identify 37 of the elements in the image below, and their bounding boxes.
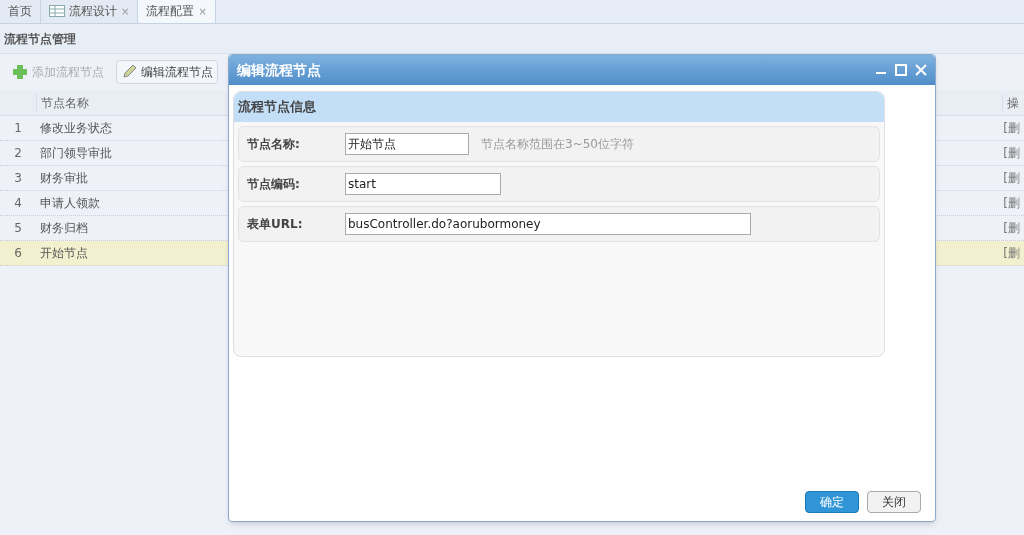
- close-button[interactable]: 关闭: [867, 491, 921, 513]
- table-cell-text: [删: [1002, 120, 1021, 137]
- table-cell-text: 部门领导审批: [38, 145, 113, 162]
- field-label: 节点编码:: [246, 176, 301, 193]
- row-number: 5: [13, 220, 23, 237]
- table-cell-text: 财务审批: [38, 170, 89, 187]
- row-number: 2: [13, 145, 23, 162]
- table-cell-text: [删: [1002, 220, 1021, 237]
- table-cell-text: [删: [1002, 195, 1021, 212]
- table-cell-text: 开始节点: [38, 245, 89, 262]
- pencil-icon: [121, 64, 137, 80]
- plus-icon: [12, 64, 28, 80]
- table-cell-text: 申请人领款: [38, 195, 101, 212]
- tab[interactable]: 流程配置 ×: [138, 0, 216, 23]
- field-hint: 节点名称范围在3~50位字符: [481, 136, 634, 153]
- table-cell-text: [删: [1002, 145, 1021, 162]
- table-cell-text: 修改业务状态: [38, 120, 113, 137]
- section-header: 流程节点信息: [234, 92, 884, 122]
- column-header: 操: [1002, 93, 1024, 112]
- row-number: 3: [13, 170, 23, 187]
- field-label: 节点名称:: [246, 136, 301, 153]
- input-field[interactable]: 开始节点: [345, 133, 469, 155]
- panel-title: 流程节点管理: [4, 30, 76, 48]
- dialog-title: 编辑流程节点: [237, 60, 321, 80]
- table-cell-text: [删: [1002, 245, 1021, 262]
- input-field[interactable]: busController.do?aorubormoney: [345, 213, 751, 235]
- table-cell-text: 财务归档: [38, 220, 89, 237]
- close-icon[interactable]: [915, 64, 927, 76]
- row-number: 4: [13, 195, 23, 212]
- maximize-icon[interactable]: [895, 64, 907, 76]
- input-field[interactable]: start: [345, 173, 501, 195]
- table-icon: [49, 5, 65, 17]
- edit-button[interactable]: 编辑流程节点: [116, 60, 218, 84]
- field-label: 表单URL:: [246, 216, 304, 233]
- row-number: 1: [13, 120, 23, 137]
- table-cell-text: [删: [1002, 170, 1021, 187]
- row-number: 6: [13, 245, 23, 262]
